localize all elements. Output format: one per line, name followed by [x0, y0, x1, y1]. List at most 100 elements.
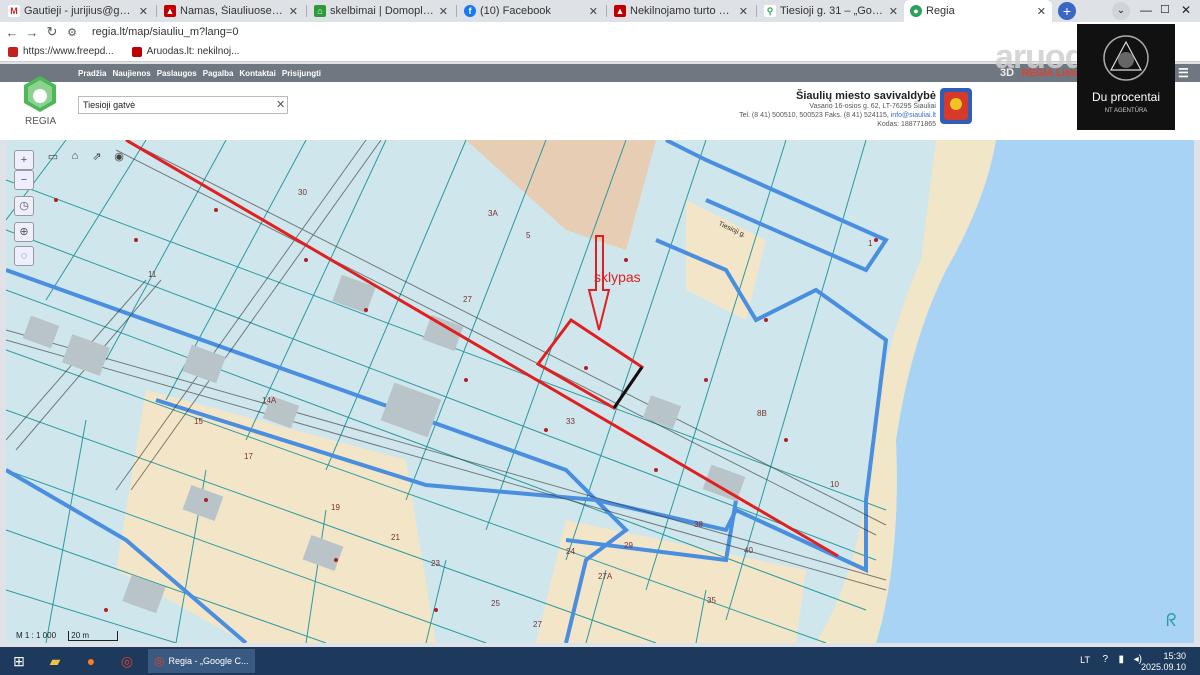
close-icon[interactable]: ✕: [439, 5, 448, 18]
municipality-info: Šiaulių miesto savivaldybė Vasario 16-os…: [676, 90, 936, 129]
close-window-button[interactable]: ✕: [1181, 3, 1191, 17]
export-icon[interactable]: ⇗: [88, 150, 106, 168]
firefox-icon[interactable]: ●: [76, 649, 106, 673]
clock-time: 15:30: [1163, 651, 1186, 661]
svg-text:23: 23: [431, 559, 440, 568]
svg-text:5: 5: [526, 231, 531, 240]
bookmark-freepd[interactable]: https://www.freepd...: [8, 46, 114, 57]
chrome-icon: ◎: [154, 654, 165, 668]
history-icon[interactable]: ◷: [14, 196, 34, 216]
back-arrow-icon[interactable]: ←: [2, 25, 22, 40]
site-header: REGIA Tiesioji gatvė ✕ Šiaulių miesto sa…: [0, 76, 1200, 140]
svg-text:8B: 8B: [757, 409, 767, 418]
tab-domoplius[interactable]: ⌂ skelbimai | Domoplius.lt ✕: [308, 0, 454, 22]
svg-text:11: 11: [148, 270, 157, 279]
agency-emblem-icon: [1103, 35, 1149, 81]
aruodas-icon: [131, 46, 142, 57]
cadastral-map: 3A 5 27 14A 15 17 19 21 23 25 27 24 29 2…: [6, 140, 1194, 643]
svg-text:33: 33: [566, 417, 575, 426]
nav-kontaktai[interactable]: Kontaktai: [239, 69, 275, 78]
tab-gmail[interactable]: M Gautieji - jurijius@gmail.com - G ✕: [2, 0, 154, 22]
map-view[interactable]: 3A 5 27 14A 15 17 19 21 23 25 27 24 29 2…: [6, 140, 1194, 643]
svg-text:1: 1: [868, 239, 873, 248]
agency-title: Du procentai: [1091, 90, 1161, 104]
zone-beige: [536, 520, 806, 643]
zoom-in-button[interactable]: +: [14, 150, 34, 170]
chrome-icon[interactable]: ◎: [112, 649, 142, 673]
svg-text:30: 30: [298, 188, 307, 197]
clear-search-icon[interactable]: ✕: [276, 98, 285, 111]
close-icon[interactable]: ✕: [889, 5, 898, 18]
tab-google-maps[interactable]: ⚲ Tiesioji g. 31 – „Google" žemėlap ✕: [758, 0, 904, 22]
svg-text:14A: 14A: [262, 396, 277, 405]
svg-text:27A: 27A: [598, 572, 613, 581]
regia-logo-icon: [24, 76, 56, 112]
svg-text:24: 24: [566, 547, 575, 556]
file-explorer-icon[interactable]: ▰: [40, 649, 70, 673]
tab-aruodas-house[interactable]: ▲ Namas, Šiauliuose Centre Vytaut ✕: [158, 0, 304, 22]
target-icon[interactable]: ◉: [110, 150, 128, 168]
close-icon[interactable]: ✕: [1037, 5, 1046, 18]
menu-icon[interactable]: ☰: [1178, 66, 1189, 80]
facebook-icon: f: [464, 5, 476, 17]
scale-ratio: M 1 : 1 000: [16, 631, 57, 640]
regia-icon: ●: [910, 5, 922, 17]
tab-title: Gautieji - jurijius@gmail.com - G: [24, 5, 135, 17]
municipality-address: Vasario 16-osios g. 62, LT-76295 Šiaulia…: [809, 103, 936, 110]
clock[interactable]: 15:30 2025.09.10: [1141, 651, 1186, 673]
map-scale: M 1 : 1 000 20 m: [16, 631, 119, 641]
svg-text:10: 10: [830, 480, 839, 489]
lasso-icon[interactable]: ◌: [14, 246, 34, 266]
svg-text:27: 27: [463, 295, 472, 304]
tab-aruodas-listings[interactable]: ▲ Nekilnojamo turto skelbimai - Ar ✕: [608, 0, 754, 22]
zone-building: [466, 140, 656, 250]
svg-text:38: 38: [694, 520, 703, 529]
nav-pradzia[interactable]: Pradžia: [78, 69, 106, 78]
locate-icon[interactable]: ⊕: [14, 222, 34, 242]
maps-icon: ⚲: [764, 5, 776, 17]
marker-icon[interactable]: ⌂: [66, 150, 84, 168]
municipality-email[interactable]: info@siauliai.lt: [891, 112, 936, 119]
bookmark-aruodas[interactable]: Aruodas.lt: nekilnoj...: [131, 46, 239, 57]
close-icon[interactable]: ✕: [589, 5, 598, 18]
start-button[interactable]: ⊞: [4, 649, 34, 673]
svg-text:21: 21: [391, 533, 400, 542]
svg-text:29: 29: [624, 541, 633, 550]
ruler-icon[interactable]: ▭: [44, 150, 62, 168]
zone-beige: [116, 390, 436, 643]
nav-paslaugos[interactable]: Paslaugos: [157, 69, 197, 78]
nav-naujienos[interactable]: Naujienos: [112, 69, 150, 78]
close-icon[interactable]: ✕: [289, 5, 298, 18]
close-icon[interactable]: ✕: [139, 5, 148, 18]
sklypas-annotation: sklypas: [594, 269, 641, 285]
tab-search-chevron-icon[interactable]: ⌄: [1112, 2, 1130, 20]
highlighted-parcel[interactable]: [535, 317, 645, 410]
tab-facebook[interactable]: f (10) Facebook ✕: [458, 0, 604, 22]
svg-text:3A: 3A: [488, 209, 498, 218]
taskbar-active-window[interactable]: ◎ Regia - „Google C...: [148, 649, 255, 673]
network-icon[interactable]: ▮: [1118, 654, 1124, 665]
site-info-icon[interactable]: ⚙: [62, 26, 82, 39]
forward-arrow-icon[interactable]: →: [22, 25, 42, 40]
language-indicator[interactable]: LT: [1080, 655, 1090, 665]
zoom-out-button[interactable]: −: [14, 170, 34, 190]
nav-pagalba[interactable]: Pagalba: [203, 69, 234, 78]
regia-corner-logo-icon: ᖇ: [1166, 610, 1177, 630]
new-tab-button[interactable]: +: [1058, 2, 1076, 20]
aruodas-icon: ▲: [614, 5, 626, 17]
nav-prisijungti[interactable]: Prisijungti: [282, 69, 321, 78]
search-input[interactable]: Tiesioji gatvė: [78, 96, 288, 114]
maximize-button[interactable]: ☐: [1160, 3, 1170, 16]
gmail-icon: M: [8, 5, 20, 17]
close-icon[interactable]: ✕: [739, 5, 748, 18]
tab-regia[interactable]: ● Regia ✕: [904, 0, 1052, 22]
url-field[interactable]: regia.lt/map/siauliu_m?lang=0: [92, 26, 238, 38]
help-icon[interactable]: ?: [1102, 654, 1108, 665]
tab-title: Namas, Šiauliuose Centre Vytaut: [180, 5, 285, 17]
minimize-button[interactable]: —: [1140, 3, 1152, 17]
reload-icon[interactable]: ↻: [42, 24, 62, 40]
tab-title: skelbimai | Domoplius.lt: [330, 5, 435, 17]
svg-text:17: 17: [244, 452, 253, 461]
svg-text:40: 40: [744, 546, 753, 555]
domoplius-icon: ⌂: [314, 5, 326, 17]
